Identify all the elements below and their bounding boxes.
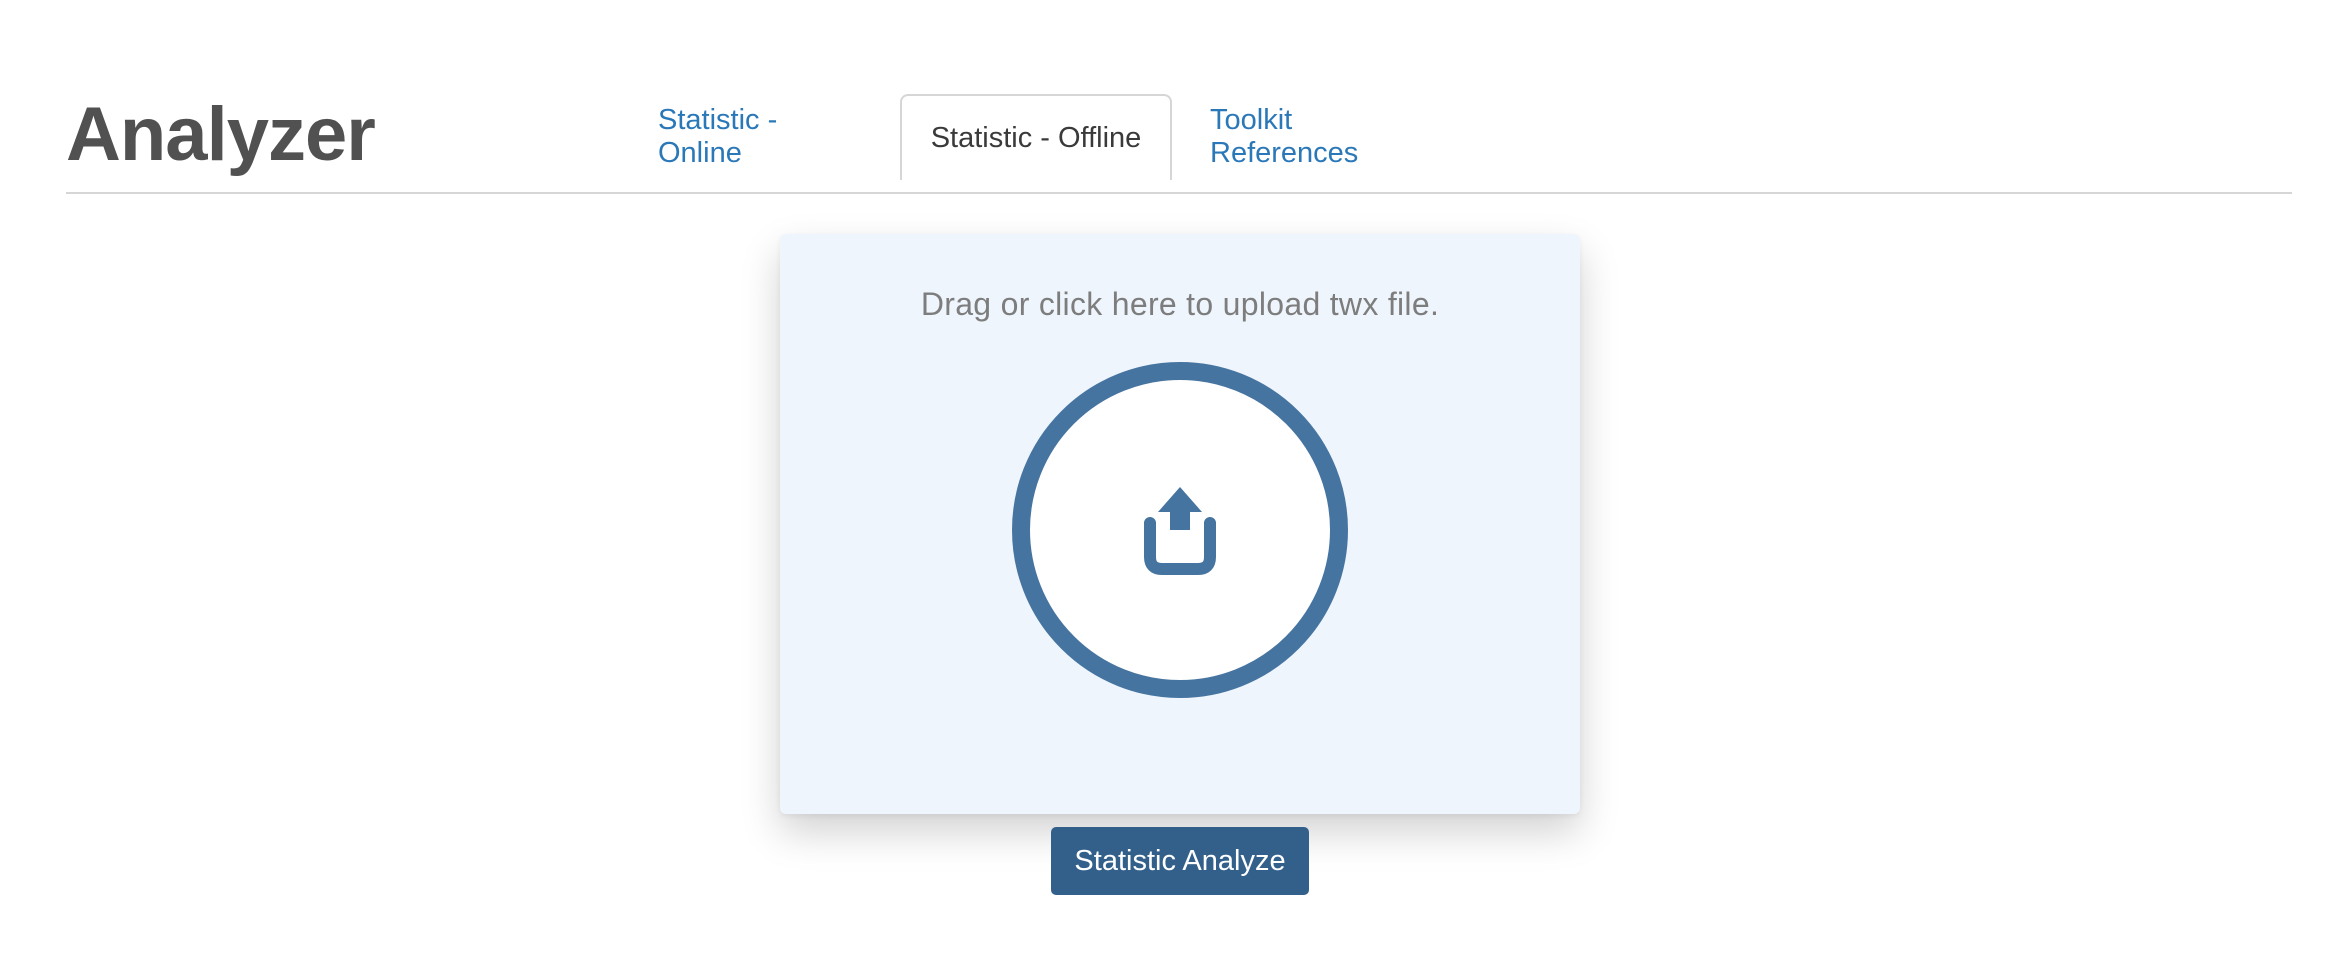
tab-statistic-offline[interactable]: Statistic - Offline <box>900 94 1172 180</box>
statistic-analyze-button[interactable]: Statistic Analyze <box>1051 827 1309 895</box>
upload-icon <box>1140 485 1220 575</box>
tab-label: Toolkit References <box>1210 104 1359 169</box>
tab-label: Statistic - Offline <box>930 121 1142 154</box>
page: Analyzer Statistic - Online Statistic - … <box>0 0 2342 980</box>
page-title: Analyzer <box>66 92 376 177</box>
tab-toolkit-references[interactable]: Toolkit References <box>1182 94 1456 178</box>
upload-circle-button[interactable] <box>1012 362 1348 698</box>
tab-label: Statistic - Online <box>658 104 778 169</box>
tab-statistic-online[interactable]: Statistic - Online <box>630 94 888 178</box>
upload-dropzone[interactable]: Drag or click here to upload twx file. <box>780 234 1580 814</box>
upload-hint: Drag or click here to upload twx file. <box>920 286 1440 322</box>
tab-bar: Statistic - Online Statistic - Offline T… <box>630 94 1456 180</box>
tab-divider <box>66 192 2292 194</box>
